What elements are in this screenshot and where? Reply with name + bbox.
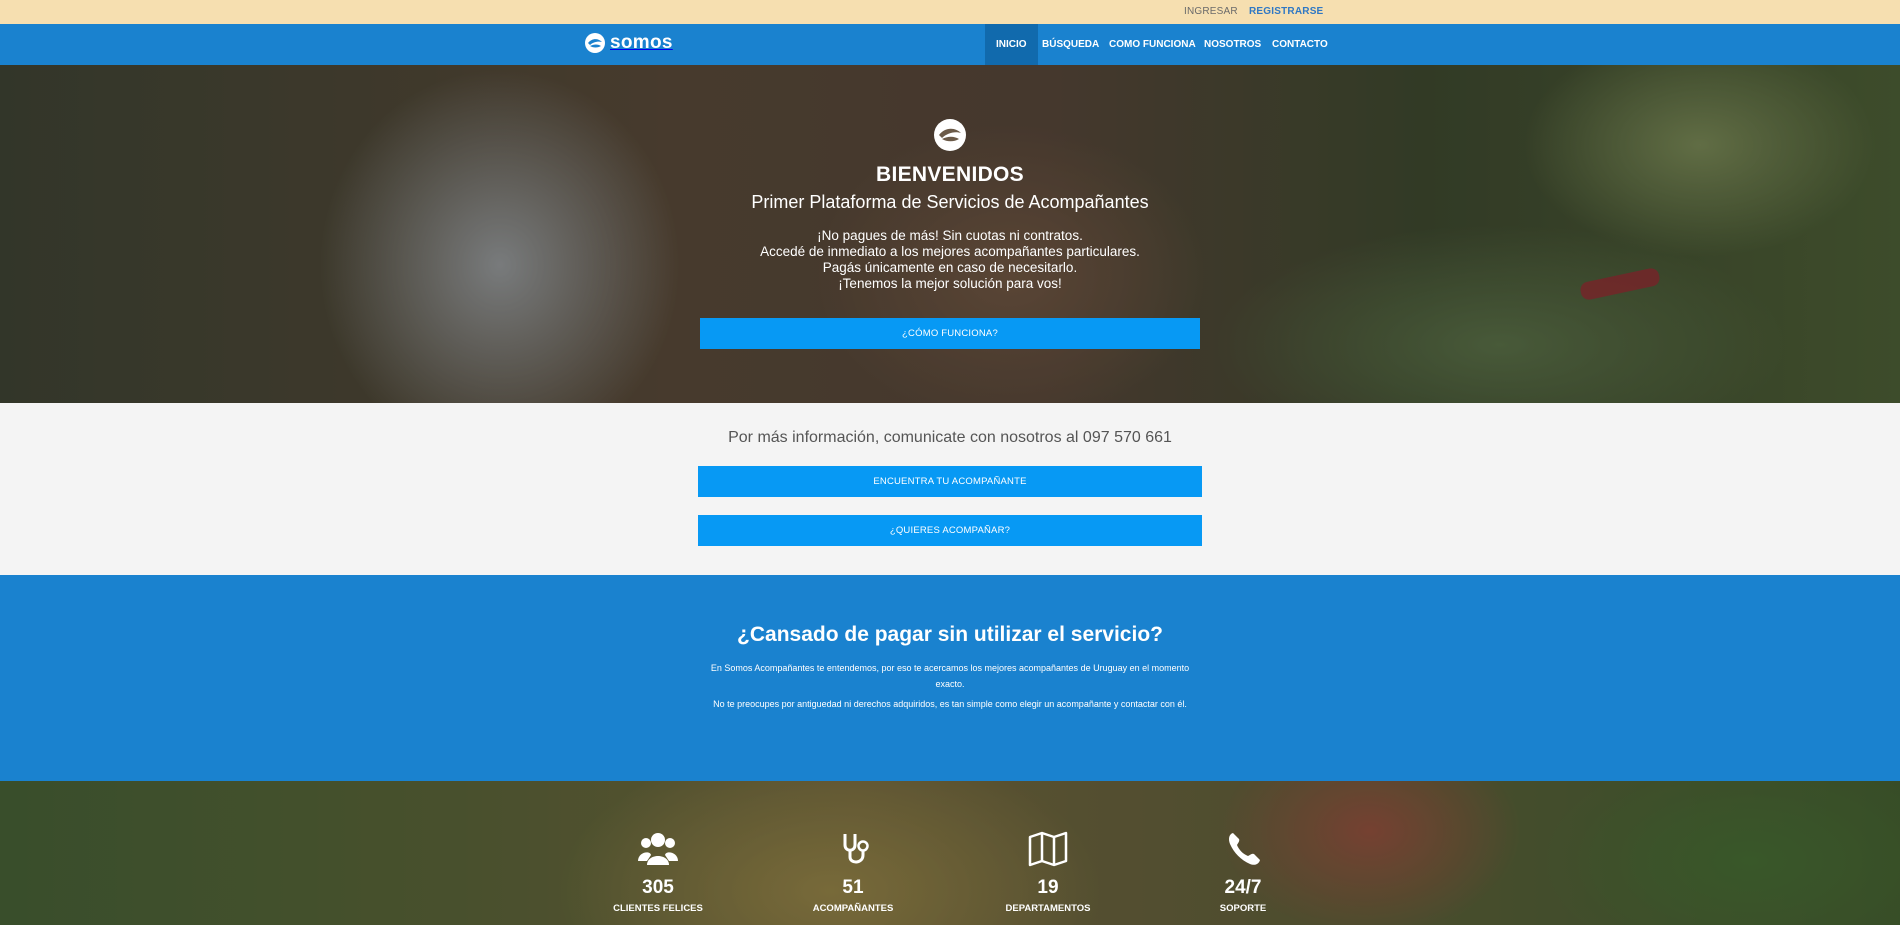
register-link[interactable]: REGISTRARSE xyxy=(1249,6,1323,17)
contact-info-section: Por más información, comunicate con noso… xyxy=(0,403,1900,575)
promo-paragraph: No te preocupes por antiguedad ni derech… xyxy=(713,699,1187,709)
brand-logo-link[interactable]: somos xyxy=(584,32,673,54)
stat-value: 51 xyxy=(842,877,864,898)
stat-label: ACOMPAÑANTES xyxy=(812,903,894,914)
brand-name: somos xyxy=(610,32,673,53)
hero-line: ¡Tenemos la mejor solución para vos! xyxy=(838,276,1062,291)
become-companion-button[interactable]: ¿QUIERES ACOMPAÑAR? xyxy=(698,515,1202,546)
login-link[interactable]: INGRESAR xyxy=(1184,6,1238,17)
how-it-works-button[interactable]: ¿CÓMO FUNCIONA? xyxy=(700,318,1200,349)
contact-info-text: Por más información, comunicate con noso… xyxy=(728,429,1172,446)
somos-hero-logo-icon xyxy=(934,119,966,151)
promo-section: ¿Cansado de pagar sin utilizar el servic… xyxy=(0,575,1900,781)
stat-value: 24/7 xyxy=(1224,877,1262,898)
stat-label: CLIENTES FELICES xyxy=(613,903,703,914)
users-icon xyxy=(638,833,678,865)
stethoscope-icon xyxy=(843,834,869,864)
hero-line: Accedé de inmediato a los mejores acompa… xyxy=(760,244,1140,259)
promo-paragraph: En Somos Acompañantes te entendemos, por… xyxy=(710,663,1190,689)
nav-item-inicio[interactable]: INICIO xyxy=(985,24,1038,65)
hero-title: BIENVENIDOS xyxy=(876,163,1024,186)
hero-section: BIENVENIDOS Primer Plataforma de Servici… xyxy=(0,65,1900,403)
main-navbar: somos INICIO BÚSQUEDA COMO FUNCIONA NOSO… xyxy=(0,24,1900,65)
hero-subtitle: Primer Plataforma de Servicios de Acompa… xyxy=(751,192,1149,212)
hero-line: ¡No pagues de más! Sin cuotas ni contrat… xyxy=(817,228,1083,243)
stat-value: 305 xyxy=(642,877,674,898)
stat-label: DEPARTAMENTOS xyxy=(1005,903,1091,914)
stat-value: 19 xyxy=(1037,877,1059,898)
map-icon xyxy=(1028,831,1068,867)
hero-description: ¡No pagues de más! Sin cuotas ni contrat… xyxy=(0,228,1900,292)
stats-overlay xyxy=(0,781,1900,925)
find-companion-button[interactable]: ENCUENTRA TU ACOMPAÑANTE xyxy=(698,466,1202,497)
somos-logo-icon xyxy=(585,33,605,53)
hero-line: Pagás únicamente en caso de necesitarlo. xyxy=(822,260,1078,275)
phone-icon xyxy=(1229,833,1260,865)
top-utility-bar: INGRESAR REGISTRARSE xyxy=(0,0,1900,24)
nav-item-como-funciona[interactable]: COMO FUNCIONA xyxy=(1098,24,1207,65)
stats-section: 305 CLIENTES FELICES 51 ACOMPAÑANTES 19 … xyxy=(0,781,1900,925)
stat-label: SOPORTE xyxy=(1219,903,1267,914)
nav-item-contacto[interactable]: CONTACTO xyxy=(1261,24,1339,65)
promo-title: ¿Cansado de pagar sin utilizar el servic… xyxy=(737,623,1163,646)
